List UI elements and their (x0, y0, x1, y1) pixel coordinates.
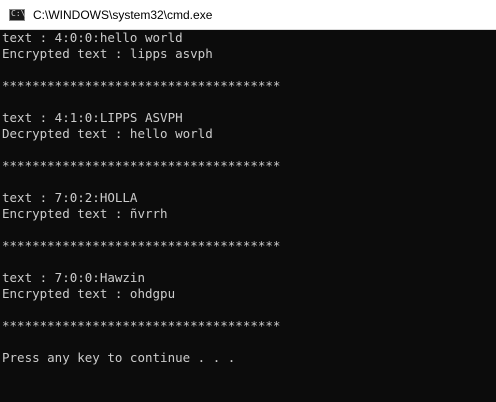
cmd-icon: C:\ (9, 8, 26, 21)
console-line: text : 4:1:0:LIPPS ASVPH (2, 110, 183, 125)
separator-line: ************************************* (2, 238, 281, 253)
console-output[interactable]: text : 4:0:0:hello world Encrypted text … (0, 30, 496, 402)
console-line: text : 7:0:2:HOLLA (2, 190, 138, 205)
separator-line: ************************************* (2, 158, 281, 173)
cmd-window: C:\ C:\WINDOWS\system32\cmd.exe text : 4… (0, 0, 496, 402)
title-bar[interactable]: C:\ C:\WINDOWS\system32\cmd.exe (0, 0, 496, 30)
prompt-line: Press any key to continue . . . (2, 350, 236, 365)
window-title: C:\WINDOWS\system32\cmd.exe (33, 7, 213, 22)
console-line: Decrypted text : hello world (2, 126, 213, 141)
console-line: text : 4:0:0:hello world (2, 30, 183, 45)
console-line: Encrypted text : lipps asvph (2, 46, 213, 61)
console-line: Encrypted text : ohdgpu (2, 286, 176, 301)
console-line: Encrypted text : ñvrrh (2, 206, 168, 221)
console-line: text : 7:0:0:Hawzin (2, 270, 145, 285)
separator-line: ************************************* (2, 78, 281, 93)
cmd-icon-text: C:\ (11, 8, 26, 18)
separator-line: ************************************* (2, 318, 281, 333)
